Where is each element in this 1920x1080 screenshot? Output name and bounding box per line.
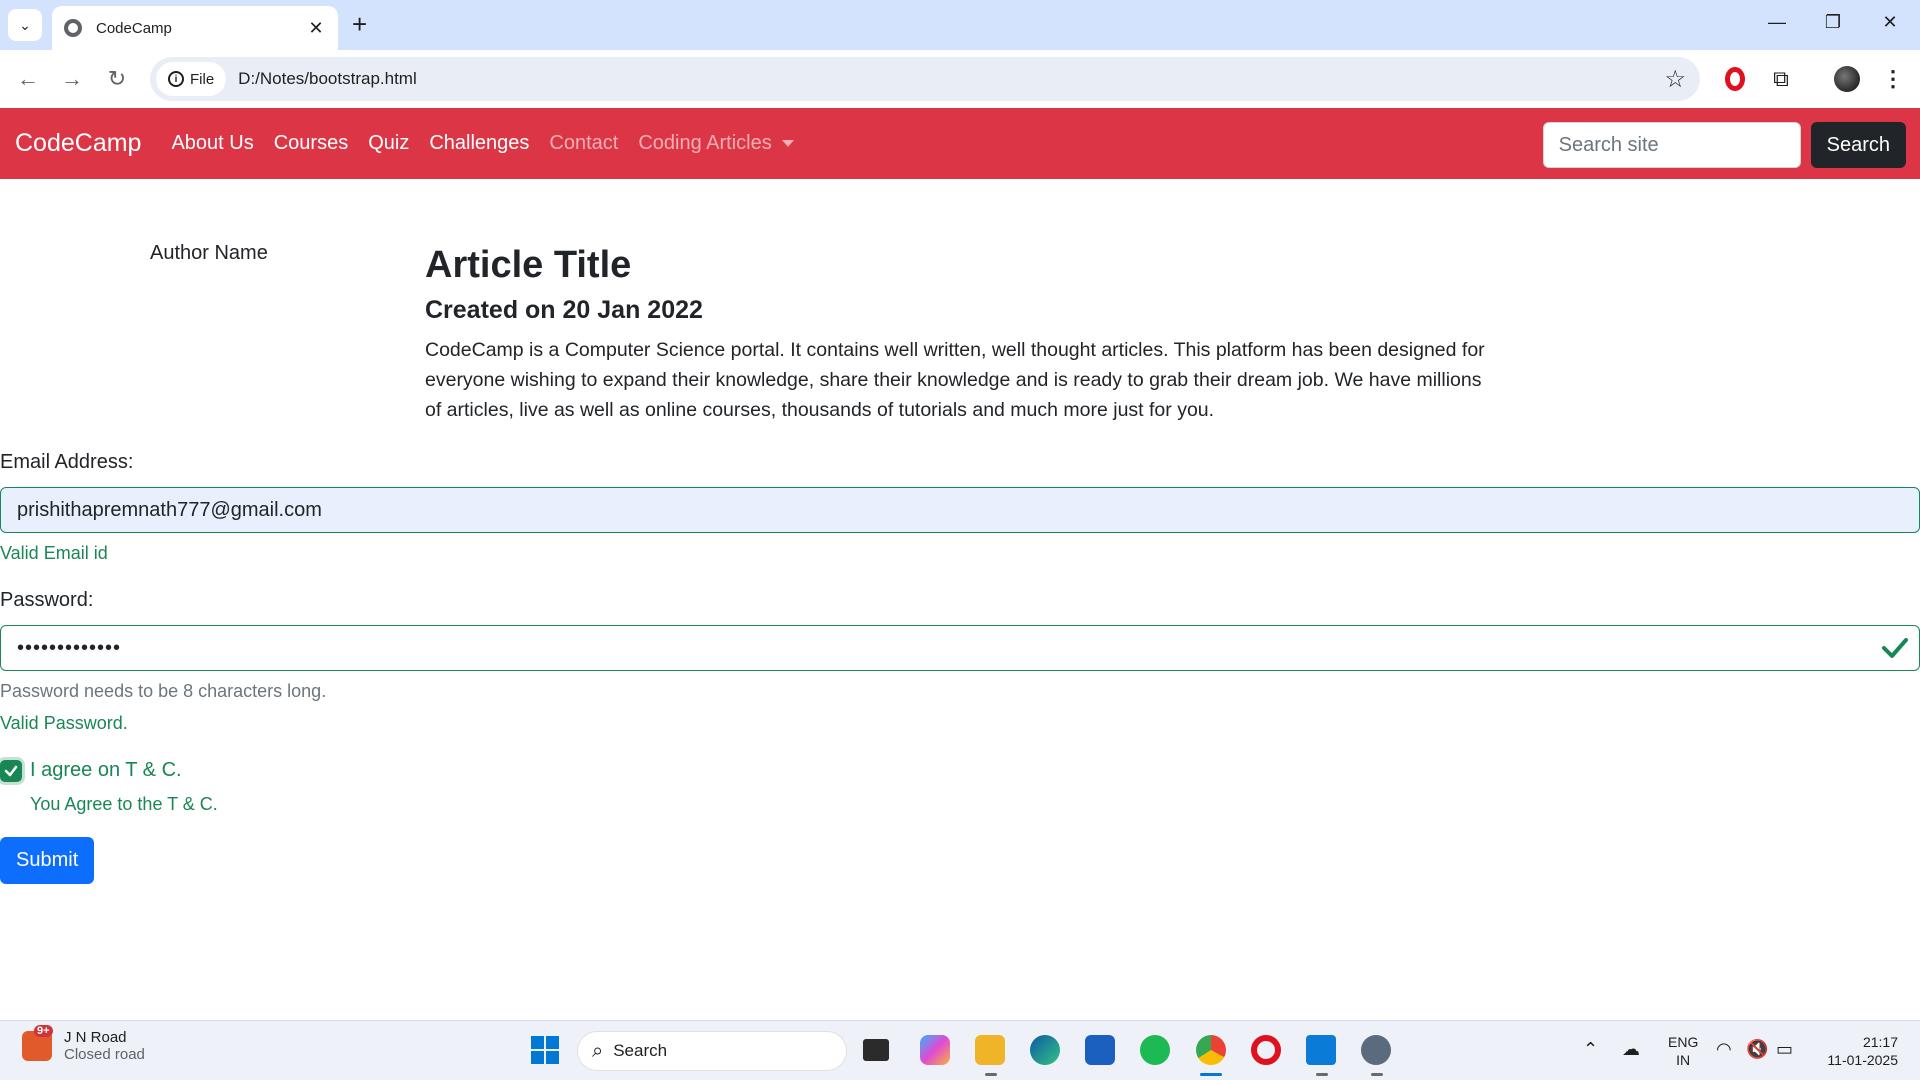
weather-widget[interactable]: 9+ J N Road Closed road [22,1025,145,1063]
nav-link-about-us[interactable]: About Us [171,132,253,155]
terms-checkbox[interactable] [0,760,22,782]
tab-title: CodeCamp [96,19,172,37]
address-bar[interactable]: i File D:/Notes/bootstrap.html ☆ [150,57,1700,101]
valid-check-icon [1882,638,1908,658]
article-title: Article Title [425,244,632,286]
password-label: Password: [0,589,94,611]
language-indicator[interactable]: ENG IN [1668,1033,1698,1069]
battery-icon[interactable]: ▭ [1776,1039,1793,1060]
reload-icon[interactable]: ↻ [103,66,131,92]
windows-start-icon[interactable] [530,1035,560,1065]
extensions-puzzle-icon[interactable]: ⧉ [1766,64,1796,94]
volume-muted-icon[interactable]: 🔇 [1746,1039,1768,1060]
opera-extension-icon[interactable] [1720,64,1750,94]
profile-avatar[interactable] [1832,64,1862,94]
tab-search-button[interactable]: ⌄ [8,9,42,41]
chrome-icon[interactable] [1196,1035,1226,1065]
forward-arrow-icon[interactable]: → [58,66,86,92]
nav-link-courses[interactable]: Courses [274,132,348,155]
site-search-form: Search [1542,122,1906,168]
wifi-icon[interactable]: ◠ [1716,1039,1732,1060]
tray-overflow-chevron-icon[interactable]: ⌃ [1583,1039,1598,1060]
weather-text: J N Road Closed road [64,1029,145,1063]
site-navbar: CodeCamp About Us Courses Quiz Challenge… [0,108,1920,179]
running-indicator [985,1073,997,1076]
weather-title: J N Road [64,1029,127,1046]
window-close-icon[interactable]: ✕ [1876,12,1904,33]
dropdown-label: Coding Articles [638,132,772,154]
clock-date: 11-01-2025 [1827,1052,1898,1068]
globe-icon [64,19,82,37]
onedrive-offline-icon[interactable]: ☁ [1622,1039,1640,1060]
taskbar-search[interactable]: ⌕ Search [577,1031,847,1071]
chevron-down-icon: ⌄ [19,16,31,33]
task-view-icon[interactable] [863,1039,889,1061]
running-indicator-settings [1371,1073,1383,1076]
article: Article Title Created on 20 Jan 2022 Cod… [425,240,1495,425]
article-date: Created on 20 Jan 2022 [425,296,703,324]
store-icon[interactable] [1085,1035,1115,1065]
clock-time: 21:17 [1862,1034,1898,1050]
password-hint: Password needs to be 8 characters long. [0,681,327,701]
windows-taskbar: 9+ J N Road Closed road ⌕ Search ⌃ ☁ ENG… [0,1020,1920,1080]
browser-toolbar: ← → ↻ i File D:/Notes/bootstrap.html ☆ ⧉… [0,50,1920,108]
caret-down-icon [781,140,794,148]
search-icon: ⌕ [592,1039,604,1062]
minimize-icon[interactable]: — [1763,12,1791,33]
email-value: prishithapremnath777@gmail.com [17,498,322,521]
taskbar-clock[interactable]: 21:17 11-01-2025 [1818,1033,1898,1069]
checkmark-icon [4,765,18,777]
nav-dropdown-coding-articles[interactable]: Coding Articles [638,132,794,155]
site-chip-label: File [190,70,215,88]
navbar-brand[interactable]: CodeCamp [15,129,141,158]
nav-link-challenges[interactable]: Challenges [429,132,529,155]
close-tab-icon[interactable]: ✕ [306,18,326,39]
email-label: Email Address: [0,451,134,473]
password-valid-feedback: Valid Password. [0,713,128,733]
settings-gear-icon[interactable] [1361,1035,1391,1065]
nav-links: About Us Courses Quiz Challenges Contact… [171,132,813,155]
active-indicator [1200,1073,1222,1076]
taskbar-search-label: Search [613,1041,668,1060]
browser-menu-icon[interactable]: ⋮ [1878,64,1908,94]
restore-icon[interactable]: ❐ [1819,12,1847,33]
terms-valid-feedback: You Agree to the T & C. [30,794,218,814]
back-arrow-icon[interactable]: ← [14,66,42,92]
weather-subtitle: Closed road [64,1046,145,1063]
spotify-icon[interactable] [1140,1035,1170,1065]
url-text[interactable]: D:/Notes/bootstrap.html [238,69,417,89]
lang-secondary: IN [1676,1052,1691,1068]
browser-tab[interactable]: CodeCamp ✕ [52,6,338,50]
password-field[interactable]: ••••••••••••• [0,625,1920,671]
browser-tab-bar: ⌄ CodeCamp ✕ + — ❐ ✕ [0,0,1920,50]
article-body: CodeCamp is a Computer Science portal. I… [425,339,1485,421]
new-tab-button[interactable]: + [352,10,367,38]
traffic-alert-icon: 9+ [22,1025,53,1061]
running-indicator-vscode [1316,1073,1328,1076]
vscode-icon[interactable] [1306,1035,1336,1065]
nav-link-contact[interactable]: Contact [549,132,618,155]
lang-primary: ENG [1668,1034,1699,1050]
copilot-icon[interactable] [920,1035,950,1065]
info-icon: i [168,71,184,87]
bookmark-star-icon[interactable]: ☆ [1664,65,1686,94]
submit-button[interactable]: Submit [0,837,95,884]
file-explorer-icon[interactable] [975,1035,1005,1065]
email-valid-feedback: Valid Email id [0,543,108,563]
author-name: Author Name [150,242,268,264]
edge-icon[interactable] [1030,1035,1060,1065]
site-search-button[interactable]: Search [1810,122,1906,168]
opera-icon[interactable] [1251,1035,1281,1065]
nav-link-quiz[interactable]: Quiz [368,132,409,155]
site-info-chip[interactable]: i File [156,62,227,96]
terms-checkbox-label[interactable]: I agree on T & C. [30,759,182,782]
email-field[interactable]: prishithapremnath777@gmail.com [0,487,1920,533]
site-search-input[interactable] [1542,122,1801,168]
weather-badge: 9+ [34,1025,53,1037]
password-value: ••••••••••••• [17,636,122,659]
